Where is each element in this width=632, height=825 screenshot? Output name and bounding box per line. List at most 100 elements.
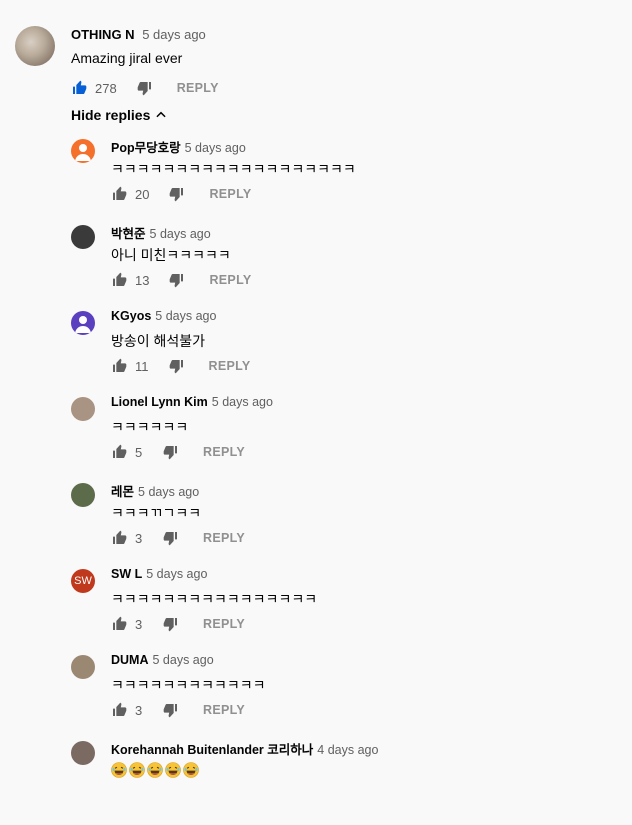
- avatar[interactable]: [71, 483, 95, 507]
- reply-comment: KGyos 5 days ago 방송이 해석불가 11 REPLY: [0, 309, 632, 395]
- dislike-icon[interactable]: [163, 616, 179, 632]
- reply-button[interactable]: REPLY: [209, 359, 251, 373]
- comment-author[interactable]: Korehannah Buitenlander 코리하나: [111, 743, 313, 757]
- laughing-face-emoji: [111, 762, 127, 779]
- like-count: 3: [135, 702, 143, 718]
- avatar[interactable]: [71, 397, 95, 421]
- comment-header: Pop무당호랑 5 days ago: [111, 137, 246, 156]
- comment-actions: 3 REPLY: [111, 700, 245, 720]
- comment-time[interactable]: 4 days ago: [317, 743, 378, 757]
- laughing-face-emoji: [147, 762, 163, 779]
- comment-actions: 11 REPLY: [111, 356, 251, 376]
- avatar[interactable]: SW: [71, 569, 95, 593]
- comment-author[interactable]: Lionel Lynn Kim: [111, 395, 208, 409]
- person-icon: [75, 316, 91, 333]
- comment-author[interactable]: 레몬: [111, 485, 134, 499]
- comment-time[interactable]: 5 days ago: [138, 485, 199, 499]
- laughing-face-emoji: [183, 762, 199, 779]
- reply-button[interactable]: REPLY: [209, 187, 251, 201]
- like-icon[interactable]: [71, 80, 87, 96]
- avatar[interactable]: [71, 139, 95, 163]
- comment-actions: 278 REPLY: [71, 78, 219, 98]
- avatar[interactable]: [71, 741, 95, 765]
- like-icon[interactable]: [111, 186, 127, 202]
- like-count: 5: [135, 444, 143, 460]
- comment-actions: 13 REPLY: [111, 270, 252, 290]
- comment-author[interactable]: DUMA: [111, 653, 149, 667]
- dislike-icon[interactable]: [163, 702, 179, 718]
- like-count: 13: [135, 272, 150, 288]
- comment-author[interactable]: KGyos: [111, 309, 151, 323]
- comment-text: 아니 미친ㅋㅋㅋㅋㅋ: [111, 247, 231, 263]
- dislike-icon[interactable]: [137, 80, 153, 96]
- reply-comment: 레몬 5 days ago ㅋㅋㅋㄲㄱㅋㅋ 3 REPLY: [0, 481, 632, 567]
- like-count: 3: [135, 616, 143, 632]
- reply-button[interactable]: REPLY: [177, 81, 219, 95]
- comment-actions: 20 REPLY: [111, 184, 252, 204]
- dislike-icon[interactable]: [169, 358, 185, 374]
- comment-author[interactable]: 박현준: [111, 227, 146, 241]
- reply-button[interactable]: REPLY: [209, 273, 251, 287]
- comment-text: ㅋㅋㅋㄲㄱㅋㅋ: [111, 505, 202, 521]
- reply-comment: Lionel Lynn Kim 5 days ago ㅋㅋㅋㅋㅋㅋ 5 REPLY: [0, 395, 632, 481]
- comment-author[interactable]: OTHING N: [71, 27, 135, 42]
- avatar-initials: SW: [74, 575, 92, 587]
- comment-header: KGyos 5 days ago: [111, 309, 216, 323]
- comment-header: SW L 5 days ago: [111, 567, 207, 581]
- comment-actions: 3 REPLY: [111, 614, 245, 634]
- like-icon[interactable]: [111, 358, 127, 374]
- comment-time[interactable]: 5 days ago: [212, 395, 273, 409]
- comment-text: ㅋㅋㅋㅋㅋㅋㅋㅋㅋㅋㅋㅋㅋㅋㅋㅋㅋㅋㅋ: [111, 161, 356, 177]
- reply-button[interactable]: REPLY: [203, 445, 245, 459]
- comment-header: DUMA 5 days ago: [111, 653, 214, 667]
- comment-time[interactable]: 5 days ago: [153, 653, 214, 667]
- chevron-up-icon: [156, 111, 166, 118]
- laughing-face-emoji: [129, 762, 145, 779]
- like-count: 3: [135, 530, 143, 546]
- comment-text: 방송이 해석불가: [111, 333, 206, 349]
- like-count: 278: [95, 80, 117, 96]
- comment-header: Lionel Lynn Kim 5 days ago: [111, 395, 273, 409]
- comment-text: ㅋㅋㅋㅋㅋㅋㅋㅋㅋㅋㅋㅋ: [111, 677, 266, 693]
- hide-replies-label: Hide replies: [71, 107, 151, 123]
- reply-comment: 박현준 5 days ago 아니 미친ㅋㅋㅋㅋㅋ 13 REPLY: [0, 223, 632, 309]
- like-icon[interactable]: [111, 444, 127, 460]
- dislike-icon[interactable]: [163, 530, 179, 546]
- comment-text: [111, 761, 201, 779]
- like-count: 11: [135, 358, 149, 374]
- like-icon[interactable]: [111, 702, 127, 718]
- comment-header: Korehannah Buitenlander 코리하나 4 days ago: [111, 739, 378, 758]
- like-count: 20: [135, 186, 150, 202]
- like-icon[interactable]: [111, 616, 127, 632]
- comment-author[interactable]: Pop무당호랑: [111, 141, 181, 155]
- comment-actions: 5 REPLY: [111, 442, 245, 462]
- comment-text: ㅋㅋㅋㅋㅋㅋㅋㅋㅋㅋㅋㅋㅋㅋㅋㅋ: [111, 591, 318, 607]
- comment-time[interactable]: 5 days ago: [185, 141, 246, 155]
- like-icon[interactable]: [111, 530, 127, 546]
- reply-button[interactable]: REPLY: [203, 617, 245, 631]
- avatar[interactable]: [15, 26, 55, 66]
- comment-time[interactable]: 5 days ago: [146, 567, 207, 581]
- dislike-icon[interactable]: [169, 272, 185, 288]
- comment-time[interactable]: 5 days ago: [142, 27, 206, 42]
- comment-time[interactable]: 5 days ago: [150, 227, 211, 241]
- comment-author[interactable]: SW L: [111, 567, 142, 581]
- comment-header: OTHING N 5 days ago: [71, 27, 206, 42]
- comment-time[interactable]: 5 days ago: [155, 309, 216, 323]
- dislike-icon[interactable]: [169, 186, 185, 202]
- comment-header: 레몬 5 days ago: [111, 481, 199, 500]
- reply-button[interactable]: REPLY: [203, 703, 245, 717]
- person-icon: [75, 144, 91, 161]
- hide-replies-button[interactable]: Hide replies: [71, 107, 168, 123]
- reply-comment: SW SW L 5 days ago ㅋㅋㅋㅋㅋㅋㅋㅋㅋㅋㅋㅋㅋㅋㅋㅋ 3 REPLY: [0, 567, 632, 653]
- dislike-icon[interactable]: [163, 444, 179, 460]
- reply-button[interactable]: REPLY: [203, 531, 245, 545]
- comment-text: Amazing jiral ever: [71, 50, 183, 66]
- avatar[interactable]: [71, 225, 95, 249]
- avatar[interactable]: [71, 311, 95, 335]
- laughing-face-emoji: [165, 762, 181, 779]
- avatar[interactable]: [71, 655, 95, 679]
- like-icon[interactable]: [111, 272, 127, 288]
- comment-text: ㅋㅋㅋㅋㅋㅋ: [111, 419, 189, 435]
- reply-comment: Pop무당호랑 5 days ago ㅋㅋㅋㅋㅋㅋㅋㅋㅋㅋㅋㅋㅋㅋㅋㅋㅋㅋㅋ 20 RE…: [0, 137, 632, 223]
